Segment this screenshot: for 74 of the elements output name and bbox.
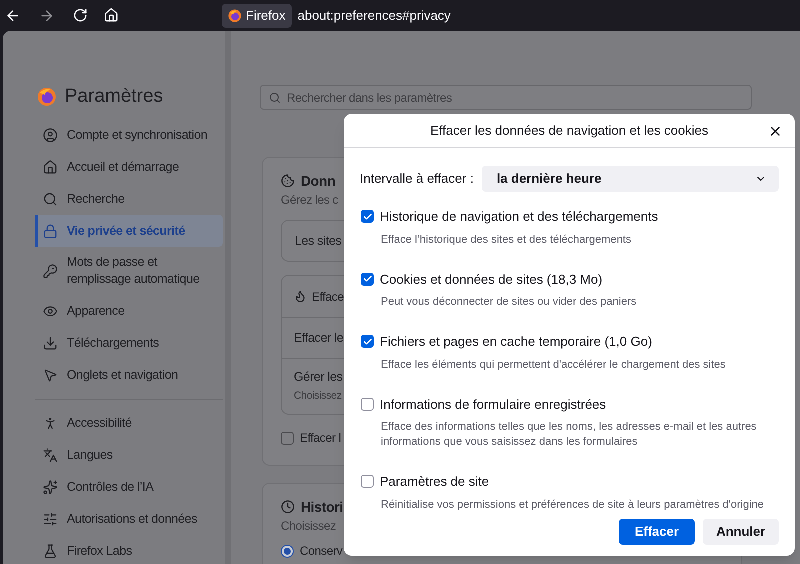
card-subtitle: Gérez les c (281, 192, 338, 208)
checkbox[interactable] (361, 335, 374, 348)
range-dropdown[interactable]: la dernière heure (482, 166, 779, 192)
option-label: Paramètres de site (380, 473, 490, 491)
sidebar-item[interactable]: Apparence (35, 295, 223, 327)
reload-icon[interactable] (73, 8, 88, 23)
search-input[interactable]: Rechercher dans les paramètres (287, 88, 743, 106)
row-label[interactable]: Gérer les (294, 368, 343, 387)
url-text[interactable]: about:preferences#privacy (298, 6, 451, 26)
search-icon (43, 192, 58, 206)
accessibility-icon (43, 416, 58, 430)
search-field[interactable]: Rechercher dans les paramètres (260, 85, 752, 110)
lock-icon (43, 224, 58, 238)
sidebar-item[interactable]: Vie privée et sécurité (35, 215, 223, 247)
sparkle-icon (43, 480, 58, 494)
checkbox-label: Effacer l (300, 430, 342, 447)
firefox-logo-icon (37, 87, 57, 107)
sidebar-item[interactable]: Compte et synchronisation (35, 119, 223, 151)
sidebar-item[interactable]: Firefox Labs (35, 535, 223, 564)
sidebar-item[interactable]: Onglets et navigation (35, 359, 223, 391)
option-description: Efface les éléments qui permettent d'accélérer le chargement des sites (381, 358, 727, 372)
forward-icon[interactable] (39, 8, 55, 24)
sites-label: Les sites (295, 232, 342, 250)
row-label[interactable]: Efface (312, 288, 344, 306)
checkbox[interactable] (361, 475, 374, 488)
sidebar-item[interactable]: Mots de passe et remplissage automatique (35, 247, 223, 295)
identity-badge[interactable]: Firefox (222, 4, 292, 28)
option-label: Informations de formulaire enregistrées (380, 396, 606, 414)
radio-button[interactable] (281, 544, 294, 558)
sidebar-item[interactable]: Autorisations et données (35, 503, 223, 535)
row-label[interactable]: Effacer le (294, 328, 344, 348)
cookie-icon (281, 174, 295, 188)
back-icon[interactable] (5, 8, 21, 24)
option-description: Efface l’historique des sites et des téléchargements (381, 232, 632, 248)
option-label: Historique de navigation et des téléchargements (380, 208, 658, 226)
row-description: Choisissez (294, 389, 342, 404)
flame-icon (294, 290, 307, 303)
download-icon (43, 336, 58, 350)
page-title: Paramètres (65, 84, 164, 109)
home-icon[interactable] (104, 8, 119, 23)
flask-icon (43, 544, 58, 558)
sidebar-item[interactable]: Accessibilité (35, 407, 223, 439)
cursor-icon (43, 368, 58, 382)
sidebar-item[interactable]: Contrôles de l’IA (35, 471, 223, 503)
sidebar-item[interactable]: Téléchargements (35, 327, 223, 359)
card-subtitle: Choisissez (281, 518, 336, 534)
option-description: Efface des informations telles que les noms, les adresses e-mail et les autres informations que vous saisissez dans les formulaires (381, 420, 758, 450)
option-description: Réinitialise vos permissions et préférences de site à leurs paramètres d'origine (381, 498, 766, 512)
sidebar-item[interactable]: Accueil et démarrage (35, 151, 223, 183)
checkbox[interactable] (361, 398, 374, 411)
sliders-icon (43, 512, 58, 526)
account-icon (43, 128, 58, 142)
card-title: Histori (301, 498, 344, 516)
firefox-logo-icon (228, 8, 242, 22)
home-icon (43, 160, 58, 174)
card-title: Donn (301, 172, 336, 190)
option-label: Cookies et données de sites (18,3 Mo) (380, 270, 603, 289)
checkbox[interactable] (361, 272, 374, 286)
checkbox[interactable] (361, 210, 374, 224)
cancel-button[interactable]: Annuler (703, 519, 779, 545)
clock-icon (281, 500, 295, 514)
sidebar-item[interactable]: Langues (35, 439, 223, 471)
primary-button[interactable]: Effacer (619, 519, 695, 545)
option-description: Peut vous déconnecter de sites ou vider des paniers (381, 295, 638, 310)
sidebar-item[interactable]: Recherche (35, 183, 223, 215)
option-label: Fichiers et pages en cache temporaire (1,0 Go) (380, 333, 652, 351)
key-icon (43, 264, 58, 278)
languages-icon (43, 448, 58, 462)
range-label: Intervalle à effacer : (360, 170, 474, 188)
checkbox[interactable] (281, 432, 294, 444)
dialog-title: Effacer les données de navigation et les cookies (430, 122, 708, 140)
eye-icon (43, 304, 58, 318)
search-icon (269, 92, 281, 104)
radio-label: Conserv (300, 543, 343, 560)
